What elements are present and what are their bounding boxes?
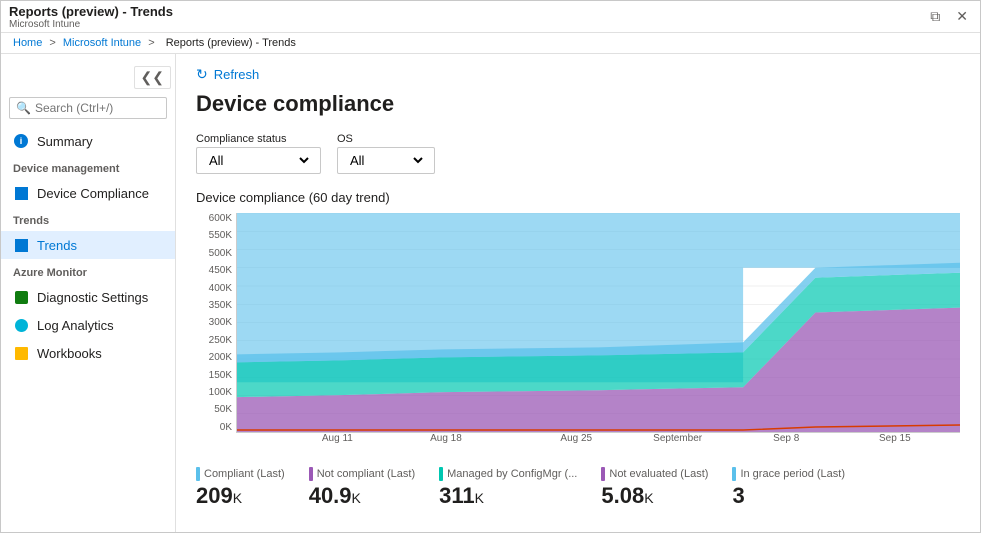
os-label: OS (337, 133, 435, 145)
trends-icon (13, 237, 29, 253)
not-compliant-suffix: K (352, 490, 361, 506)
device-management-header: Device management (1, 155, 175, 179)
restore-icon[interactable]: ⧉ (926, 6, 944, 27)
legend-managed-configmgr: Managed by ConfigMgr (... 311K (439, 467, 577, 509)
legend: Compliant (Last) 209K Not compliant (Las… (196, 467, 960, 509)
log-analytics-label: Log Analytics (37, 318, 114, 333)
chart-area (236, 213, 960, 433)
window-title: Reports (preview) - Trends (9, 4, 173, 19)
trends-label: Trends (37, 238, 77, 253)
device-compliance-label: Device Compliance (37, 186, 149, 201)
legend-in-grace-period: In grace period (Last) 3 (732, 467, 845, 509)
workbooks-label: Workbooks (37, 346, 102, 361)
refresh-label: Refresh (214, 67, 260, 82)
device-compliance-icon (13, 185, 29, 201)
compliant-suffix: K (233, 490, 242, 506)
main-layout: ❮❮ 🔍 i Summary Device management (1, 54, 980, 532)
os-dropdown[interactable]: All Windows iOS Android macOS (346, 152, 426, 169)
not-evaluated-suffix: K (644, 490, 653, 506)
in-grace-period-color (732, 467, 736, 481)
managed-configmgr-color (439, 467, 443, 481)
compliance-status-filter: Compliance status All Compliant Not comp… (196, 133, 321, 174)
not-evaluated-label: Not evaluated (Last) (609, 468, 708, 480)
window-subtitle: Microsoft Intune (9, 19, 173, 30)
not-evaluated-value: 5.08 (601, 483, 644, 508)
x-label-september: September (653, 433, 702, 444)
not-compliant-color (309, 467, 313, 481)
diagnostic-settings-label: Diagnostic Settings (37, 290, 148, 305)
sidebar-collapse: ❮❮ (1, 62, 175, 93)
x-label-aug18: Aug 18 (430, 433, 462, 444)
sidebar-item-log-analytics[interactable]: Log Analytics (1, 311, 175, 339)
diagnostic-settings-icon (13, 289, 29, 305)
chart-wrapper: 600K 550K 500K 450K 400K 350K 300K 250K … (196, 213, 960, 451)
page-title: Device compliance (196, 91, 960, 117)
not-evaluated-color (601, 467, 605, 481)
compliance-status-select[interactable]: All Compliant Not compliant Not evaluate… (196, 147, 321, 174)
compliance-status-label: Compliance status (196, 133, 321, 145)
sidebar-item-trends[interactable]: Trends (1, 231, 175, 259)
os-filter: OS All Windows iOS Android macOS (337, 133, 435, 174)
os-select[interactable]: All Windows iOS Android macOS (337, 147, 435, 174)
sidebar-item-diagnostic-settings[interactable]: Diagnostic Settings (1, 283, 175, 311)
filter-row: Compliance status All Compliant Not comp… (196, 133, 960, 174)
legend-compliant: Compliant (Last) 209K (196, 467, 285, 509)
not-compliant-label: Not compliant (Last) (317, 468, 415, 480)
azure-monitor-header: Azure Monitor (1, 259, 175, 283)
breadcrumb-intune[interactable]: Microsoft Intune (63, 37, 141, 49)
workbooks-icon (13, 345, 29, 361)
managed-configmgr-label: Managed by ConfigMgr (... (447, 468, 577, 480)
search-input[interactable] (35, 101, 160, 115)
breadcrumb-current: Reports (preview) - Trends (166, 37, 296, 49)
breadcrumb: Home > Microsoft Intune > Reports (previ… (1, 33, 980, 54)
refresh-icon: ↻ (196, 66, 208, 83)
close-icon[interactable]: ✕ (952, 6, 972, 27)
legend-not-evaluated: Not evaluated (Last) 5.08K (601, 467, 708, 509)
compliant-label: Compliant (Last) (204, 468, 285, 480)
in-grace-period-label: In grace period (Last) (740, 468, 845, 480)
compliant-color (196, 467, 200, 481)
chart-svg (237, 213, 960, 432)
not-compliant-value: 40.9 (309, 483, 352, 508)
log-analytics-icon (13, 317, 29, 333)
legend-not-compliant: Not compliant (Last) 40.9K (309, 467, 415, 509)
sidebar-item-workbooks[interactable]: Workbooks (1, 339, 175, 367)
compliant-value: 209 (196, 483, 233, 508)
sidebar-item-device-compliance[interactable]: Device Compliance (1, 179, 175, 207)
compliance-status-dropdown[interactable]: All Compliant Not compliant Not evaluate… (205, 152, 312, 169)
collapse-button[interactable]: ❮❮ (134, 66, 171, 89)
x-label-aug11: Aug 11 (322, 433, 353, 444)
content-area: ↻ Refresh Device compliance Compliance s… (176, 54, 980, 532)
breadcrumb-home[interactable]: Home (13, 37, 42, 49)
x-label-sep15: Sep 15 (879, 433, 911, 444)
x-label-sep8: Sep 8 (773, 433, 799, 444)
search-box[interactable]: 🔍 (9, 97, 167, 119)
managed-configmgr-suffix: K (475, 490, 484, 506)
y-axis: 600K 550K 500K 450K 400K 350K 300K 250K … (196, 213, 236, 433)
chart-title: Device compliance (60 day trend) (196, 190, 960, 205)
search-icon: 🔍 (16, 101, 31, 115)
trends-header: Trends (1, 207, 175, 231)
in-grace-period-value: 3 (732, 483, 744, 508)
window-actions: ⧉ ✕ (926, 6, 972, 27)
managed-configmgr-value: 311 (439, 483, 475, 508)
main-window: Reports (preview) - Trends Microsoft Int… (0, 0, 981, 533)
summary-icon: i (13, 133, 29, 149)
refresh-bar[interactable]: ↻ Refresh (196, 66, 960, 83)
x-label-aug25: Aug 25 (560, 433, 592, 444)
x-axis: Aug 11 Aug 18 Aug 25 September Sep 8 Sep… (236, 433, 960, 451)
summary-label: Summary (37, 134, 93, 149)
title-bar-left: Reports (preview) - Trends Microsoft Int… (9, 4, 173, 30)
sidebar: ❮❮ 🔍 i Summary Device management (1, 54, 176, 532)
title-bar: Reports (preview) - Trends Microsoft Int… (1, 1, 980, 33)
sidebar-item-summary[interactable]: i Summary (1, 127, 175, 155)
